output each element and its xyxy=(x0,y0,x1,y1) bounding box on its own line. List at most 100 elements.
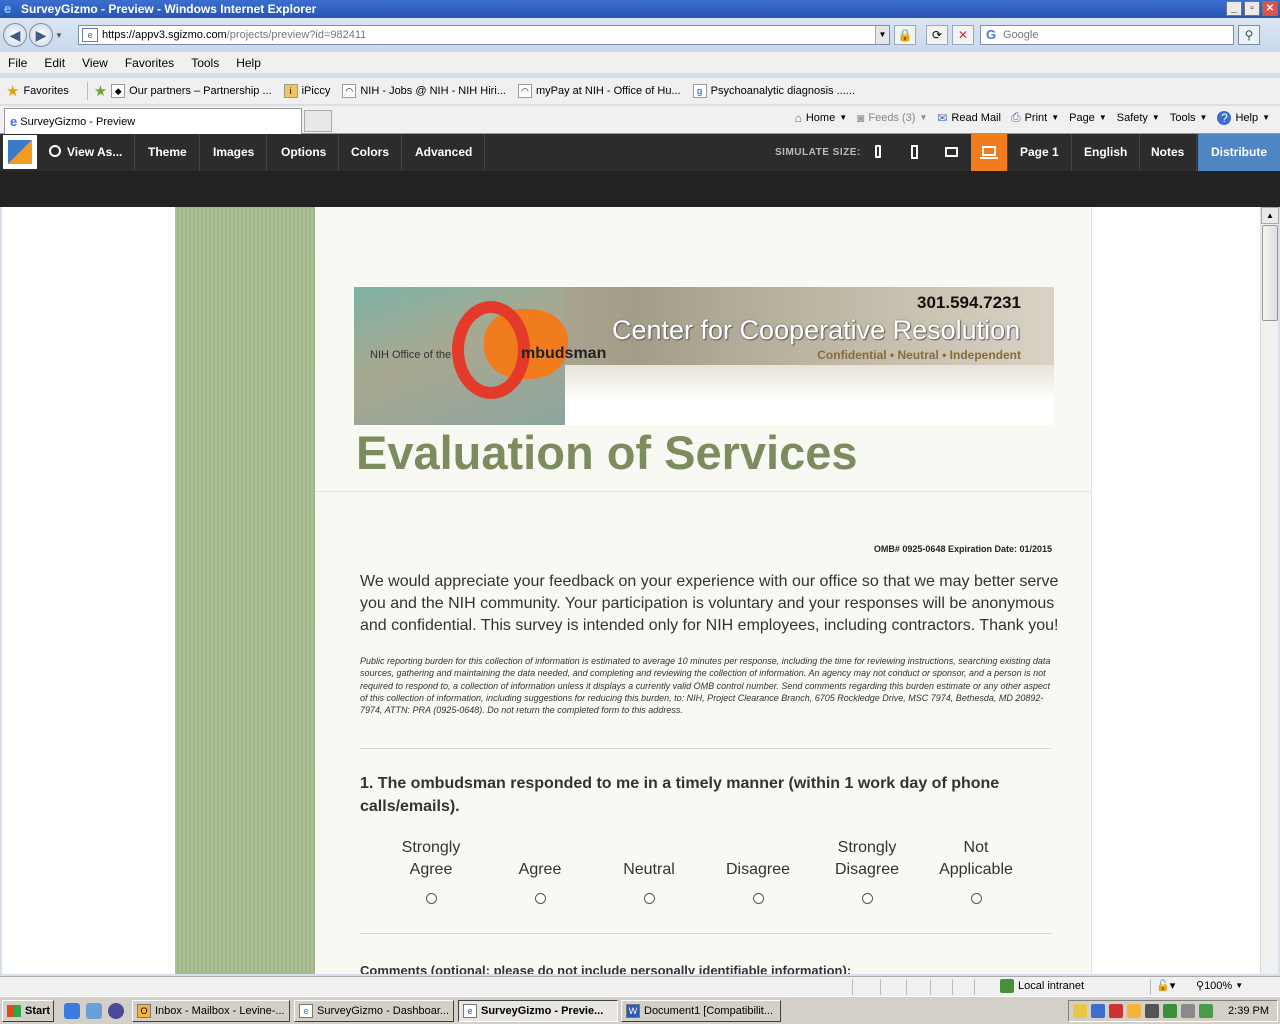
menu-favorites[interactable]: Favorites xyxy=(125,56,174,70)
radio-not-applicable[interactable] xyxy=(970,893,982,904)
scrollbar-thumb[interactable] xyxy=(1262,225,1278,321)
task-outlook-inbox[interactable]: O Inbox - Mailbox - Levine-... xyxy=(132,1000,290,1022)
forward-button[interactable]: ▶ xyxy=(29,23,53,47)
favorite-link-psychoanalytic[interactable]: g Psychoanalytic diagnosis ...... xyxy=(692,84,855,98)
radio-disagree[interactable] xyxy=(752,893,764,904)
url-input[interactable]: e https://appv3.sgizmo.com/projects/prev… xyxy=(78,25,890,45)
menu-file[interactable]: File xyxy=(8,56,27,70)
favorites-button[interactable]: ★ Favorites xyxy=(6,82,69,100)
scroll-up-icon[interactable]: ▲ xyxy=(1261,207,1279,224)
favorite-link-ipiccy[interactable]: i iPiccy xyxy=(283,84,331,98)
chevron-down-icon[interactable]: ▼ xyxy=(1051,113,1059,122)
advanced-button[interactable]: Advanced xyxy=(403,134,486,171)
safety-menu-button[interactable]: Safety ▼ xyxy=(1117,112,1160,124)
help-menu-button[interactable]: ? Help ▼ xyxy=(1217,110,1270,125)
security-tray-icon[interactable] xyxy=(1163,1004,1177,1018)
task-surveygizmo-preview[interactable]: e SurveyGizmo - Previe... xyxy=(458,1000,618,1022)
page-selector[interactable]: Page 1 xyxy=(1007,134,1072,171)
new-tab-button[interactable] xyxy=(304,110,332,132)
stop-icon[interactable]: ✕ xyxy=(952,25,974,45)
radio-neutral[interactable] xyxy=(643,893,655,904)
language-selector[interactable]: English xyxy=(1072,134,1141,171)
task-word-document1[interactable]: W Document1 [Compatibilit... xyxy=(621,1000,781,1022)
status-divider xyxy=(852,979,853,995)
phablet-size-icon[interactable] xyxy=(911,145,918,159)
theme-button[interactable]: Theme xyxy=(136,134,200,171)
toolbar-shadow-band xyxy=(0,171,1280,207)
print-button[interactable]: ⎙ Print ▼ xyxy=(1011,110,1059,125)
images-button[interactable]: Images xyxy=(201,134,268,171)
chevron-down-icon[interactable]: ▼ xyxy=(839,113,847,122)
likert-scale-q1: Strongly Agree Agree Neutral Disagree St… xyxy=(377,837,1037,907)
tools-menu-button[interactable]: Tools ▼ xyxy=(1170,112,1208,124)
favorite-link-mypay[interactable]: ◠ myPay at NIH - Office of Hu... xyxy=(517,84,681,98)
url-path: /projects/preview?id=982411 xyxy=(226,29,367,41)
menu-edit[interactable]: Edit xyxy=(44,56,65,70)
banner-nih-office: NIH Office of the xyxy=(370,349,452,361)
mail-tray-icon[interactable] xyxy=(1073,1004,1087,1018)
radio-strongly-agree[interactable] xyxy=(425,893,437,904)
task-label: Document1 [Compatibilit... xyxy=(644,1005,773,1017)
surveygizmo-logo[interactable] xyxy=(3,135,37,169)
desktop-quicklaunch-icon[interactable] xyxy=(86,1003,102,1019)
colors-button[interactable]: Colors xyxy=(339,134,403,171)
ie-quicklaunch-icon[interactable] xyxy=(64,1003,80,1019)
task-label: Inbox - Mailbox - Levine-... xyxy=(155,1005,285,1017)
network-tray-icon[interactable] xyxy=(1145,1004,1159,1018)
outlook-tray-icon[interactable] xyxy=(1127,1004,1141,1018)
option-neutral: Neutral xyxy=(599,837,699,904)
minimize-button[interactable]: _ xyxy=(1226,1,1242,16)
vertical-scrollbar[interactable]: ▲ xyxy=(1260,207,1279,974)
update-tray-icon[interactable] xyxy=(1199,1004,1213,1018)
restore-button[interactable]: ▫ xyxy=(1244,1,1260,16)
command-bar: ⌂ Home ▼ ◙ Feeds (3) ▼ ✉ Read Mail ⎙ Print ▼ Pa… xyxy=(785,110,1270,125)
radio-strongly-disagree[interactable] xyxy=(861,893,873,904)
protected-mode-icon[interactable]: 🔓▾ xyxy=(1156,979,1175,992)
favorite-link-nih-jobs[interactable]: ◠ NIH - Jobs @ NIH - NIH Hiri... xyxy=(342,84,506,98)
read-mail-button[interactable]: ✉ Read Mail xyxy=(937,111,1001,125)
status-divider xyxy=(974,979,975,995)
desktop-size-button[interactable] xyxy=(971,134,1007,171)
volume-tray-icon[interactable] xyxy=(1181,1004,1195,1018)
ipiccy-site-icon: i xyxy=(283,84,298,98)
page-menu-button[interactable]: Page ▼ xyxy=(1069,112,1107,124)
zoom-control[interactable]: ⚲ 100% ▼ xyxy=(1196,979,1243,993)
add-favorite-icon[interactable]: ★ xyxy=(94,82,107,100)
back-button[interactable]: ◀ xyxy=(3,23,27,47)
home-button[interactable]: ⌂ Home ▼ xyxy=(795,111,848,125)
close-window-button[interactable]: ✕ xyxy=(1262,1,1278,16)
menu-view[interactable]: View xyxy=(82,56,108,70)
zone-label: Local intranet xyxy=(1018,980,1085,992)
favorite-link-partnership[interactable]: ◆ Our partners – Partnership ... xyxy=(111,84,272,98)
start-button[interactable]: Start xyxy=(2,1000,54,1022)
survey-intro: We would appreciate your feedback on you… xyxy=(360,573,1059,634)
tab-surveygizmo-preview[interactable]: e SurveyGizmo - Preview xyxy=(4,108,302,134)
history-dropdown-icon[interactable]: ▼ xyxy=(55,31,67,40)
favorite-label: iPiccy xyxy=(301,85,331,97)
phone-size-icon[interactable] xyxy=(875,145,881,158)
ie-icon: e xyxy=(463,1004,477,1018)
feeds-button[interactable]: ◙ Feeds (3) ▼ xyxy=(857,111,927,125)
lock-icon[interactable]: 🔒 xyxy=(894,25,916,45)
alert-tray-icon[interactable] xyxy=(1109,1004,1123,1018)
notes-button[interactable]: Notes xyxy=(1139,134,1198,171)
options-button[interactable]: Options xyxy=(269,134,340,171)
search-input[interactable]: G Google xyxy=(980,25,1234,45)
menu-tools[interactable]: Tools xyxy=(191,56,219,70)
banner-center-name: Center for Cooperative Resolution xyxy=(612,315,1021,345)
task-surveygizmo-dashboard[interactable]: e SurveyGizmo - Dashboar... xyxy=(294,1000,454,1022)
security-zone[interactable]: Local intranet xyxy=(1000,979,1084,993)
view-as-button[interactable]: View As... xyxy=(37,134,136,171)
search-icon[interactable]: ⚲ xyxy=(1238,25,1260,45)
shield-tray-icon[interactable] xyxy=(1091,1004,1105,1018)
refresh-icon[interactable]: ⟳ xyxy=(926,25,948,45)
ie-logo-icon: e xyxy=(4,1,12,16)
chevron-down-icon[interactable]: ▼ xyxy=(919,113,927,122)
menu-help[interactable]: Help xyxy=(236,56,261,70)
banner-ombudsman: mbudsman xyxy=(521,345,607,362)
radio-agree[interactable] xyxy=(534,893,546,904)
tablet-size-icon[interactable] xyxy=(945,147,958,157)
distribute-button[interactable]: Distribute xyxy=(1198,134,1280,171)
media-player-quicklaunch-icon[interactable] xyxy=(108,1003,124,1019)
url-dropdown-icon[interactable]: ▼ xyxy=(875,26,889,44)
